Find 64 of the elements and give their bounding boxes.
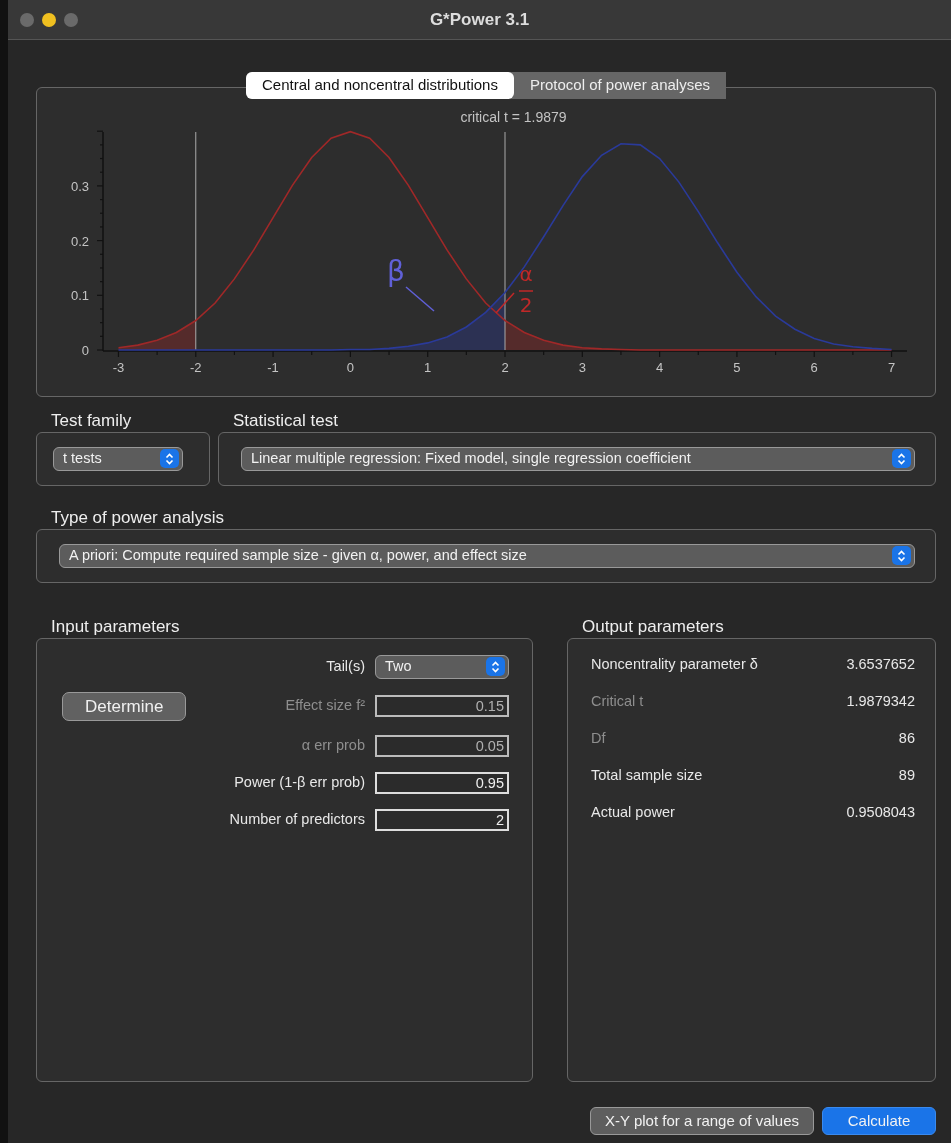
tick-label: 7 — [887, 359, 896, 375]
group-label: Input parameters — [51, 616, 181, 637]
determine-button[interactable]: Determine — [62, 691, 187, 721]
output-label: Critical t — [591, 692, 644, 712]
test-family-select[interactable]: t tests — [53, 446, 183, 471]
tick-label: 0 — [346, 359, 354, 375]
input-field[interactable]: 2 — [375, 809, 509, 831]
zoom-button[interactable] — [64, 13, 78, 27]
tick-label: 0 — [81, 342, 89, 358]
output-value: 3.6537652 — [846, 655, 915, 675]
statistical-test-select[interactable]: Linear multiple regression: Fixed model, single regression coefficient — [241, 446, 915, 471]
select-value: Two — [385, 656, 412, 676]
stepper-icon — [892, 546, 911, 565]
field-label: Tail(s) — [325, 656, 365, 676]
output-label: Noncentrality parameter δ — [591, 655, 758, 675]
tick-label: 5 — [733, 359, 741, 375]
beta-label: β — [387, 254, 405, 288]
group-label: Statistical test — [233, 410, 339, 431]
field-label: Effect size f² — [284, 696, 365, 716]
stepper-icon — [892, 449, 911, 468]
fraction-denominator: 2 — [519, 292, 533, 317]
stepper-icon — [160, 449, 179, 468]
output-label: Total sample size — [591, 766, 703, 786]
select-value: A priori: Compute required sample size - given α, power, and effect size — [69, 545, 527, 565]
close-button[interactable] — [20, 13, 34, 27]
select-value: t tests — [63, 448, 102, 468]
group-label: Test family — [51, 410, 133, 431]
input-field[interactable]: 0.95 — [375, 772, 509, 794]
field-label: Power (1-β err prob) — [233, 773, 365, 793]
tab[interactable]: Central and noncentral distributions — [245, 72, 514, 99]
output-value: 86 — [898, 729, 915, 749]
output-value: 0.9508043 — [846, 803, 915, 823]
tick-label: -3 — [112, 359, 125, 375]
output-label: Actual power — [591, 803, 675, 823]
window-title: G*Power 3.1 — [429, 8, 530, 31]
field-label: Number of predictors — [228, 810, 365, 830]
tick-label: 0.2 — [70, 233, 89, 249]
plot-button[interactable]: X-Y plot for a range of values — [590, 1106, 814, 1135]
alpha-label: α — [519, 261, 533, 286]
tick-label: 6 — [810, 359, 818, 375]
tick-label: -1 — [267, 359, 279, 375]
tick-label: 0.1 — [70, 287, 89, 303]
group-label: Output parameters — [582, 616, 725, 637]
tick-label: -2 — [190, 359, 202, 375]
stepper-icon — [486, 657, 505, 676]
tick-label: 1 — [424, 359, 432, 375]
tick-label: 2 — [501, 359, 509, 375]
output-value: 1.9879342 — [846, 692, 915, 712]
chart-title: critical t = 1.9879 — [460, 108, 567, 125]
leader-line — [405, 285, 435, 312]
tick-label: 4 — [656, 359, 664, 375]
fraction-bar — [518, 289, 534, 292]
calculate-button[interactable]: Calculate — [822, 1106, 936, 1135]
minimize-button[interactable] — [42, 13, 56, 27]
tails-select[interactable]: Two — [375, 654, 509, 679]
output-value: 89 — [898, 766, 915, 786]
group-label: Type of power analysis — [51, 507, 225, 528]
tick-label: 0.3 — [70, 178, 89, 194]
field-label: α err prob — [300, 736, 365, 756]
select-value: Linear multiple regression: Fixed model, single regression coefficient — [251, 448, 691, 468]
tick-label: 3 — [578, 359, 586, 375]
leader-line — [495, 291, 515, 314]
output-label: Df — [591, 729, 606, 749]
power-analysis-select[interactable]: A priori: Compute required sample size - given α, power, and effect size — [59, 543, 915, 568]
